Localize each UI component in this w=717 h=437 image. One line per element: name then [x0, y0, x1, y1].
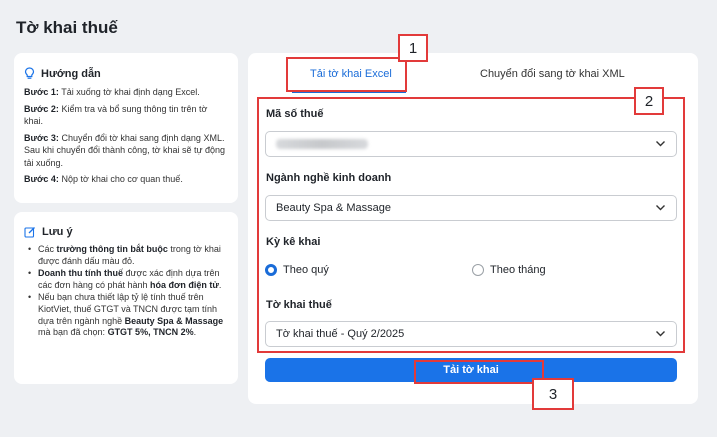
annotation-badge-3: 3: [532, 378, 574, 410]
tab-xml-convert[interactable]: Chuyển đổi sang tờ khai XML: [480, 68, 625, 80]
note-header: Lưu ý: [24, 226, 228, 238]
guide-step: Bước 3: Chuyển đổi tờ khai sang định dạn…: [24, 132, 226, 168]
guide-card: Hướng dẫn Bước 1: Tải xuống tờ khai định…: [14, 53, 238, 203]
note-card: Lưu ý Các trường thông tin bắt buộc tron…: [14, 212, 238, 384]
annotation-badge-2: 2: [634, 87, 664, 115]
note-item: Các trường thông tin bắt buộc trong tờ k…: [28, 244, 228, 267]
note-item: Nếu bạn chưa thiết lập tỷ lệ tính thuế t…: [28, 292, 228, 338]
guide-step: Bước 4: Nộp tờ khai cho cơ quan thuế.: [24, 174, 183, 184]
guide-step: Bước 2: Kiểm tra và bổ sung thông tin tr…: [24, 103, 208, 127]
lightbulb-icon: [24, 67, 35, 79]
note-item: Doanh thu tính thuế được xác định dựa tr…: [28, 268, 228, 291]
edit-icon: [24, 227, 35, 238]
annotation-badge-1: 1: [398, 34, 428, 62]
annotation-box-3: [414, 360, 544, 384]
guide-title: Hướng dẫn: [41, 67, 101, 80]
note-list: Các trường thông tin bắt buộc trong tờ k…: [24, 244, 228, 339]
guide-step: Bước 1: Tải xuống tờ khai định dạng Exce…: [24, 87, 200, 97]
note-title: Lưu ý: [42, 226, 73, 238]
annotation-box-2: [257, 97, 685, 353]
page-title: Tờ khai thuế: [16, 18, 118, 37]
annotation-box-1: [286, 57, 407, 92]
guide-header: Hướng dẫn: [24, 67, 228, 80]
